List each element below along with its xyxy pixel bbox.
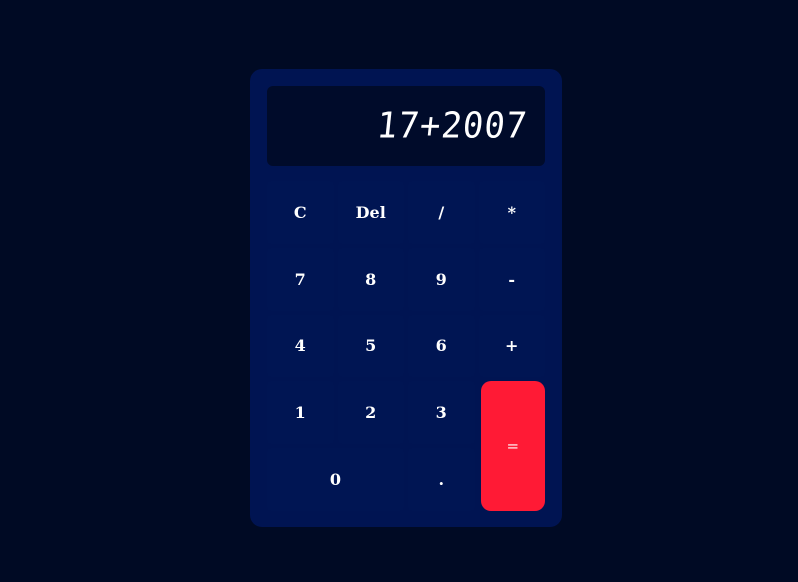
calculator-display: 17+2007	[267, 86, 545, 166]
calculator: 17+2007 C Del / * 7 8 9 - 4 5 6 + 1 2 3 …	[250, 69, 562, 527]
keypad: C Del / * 7 8 9 - 4 5 6 + 1 2 3 = 0 .	[267, 181, 545, 511]
divide-button[interactable]: /	[408, 181, 475, 244]
digit-0-button[interactable]: 0	[267, 448, 404, 511]
multiply-button[interactable]: *	[478, 181, 545, 244]
digit-7-button[interactable]: 7	[267, 247, 334, 311]
digit-1-button[interactable]: 1	[267, 381, 334, 445]
digit-4-button[interactable]: 4	[267, 314, 334, 378]
equals-button[interactable]: =	[480, 381, 545, 511]
digit-8-button[interactable]: 8	[337, 247, 404, 311]
add-button[interactable]: +	[478, 314, 545, 378]
decimal-button[interactable]: .	[408, 448, 475, 511]
clear-button[interactable]: C	[267, 181, 334, 244]
digit-5-button[interactable]: 5	[337, 314, 404, 378]
subtract-button[interactable]: -	[478, 247, 545, 311]
digit-3-button[interactable]: 3	[408, 381, 475, 445]
delete-button[interactable]: Del	[337, 181, 404, 244]
digit-2-button[interactable]: 2	[337, 381, 404, 445]
display-value: 17+2007	[374, 105, 530, 147]
digit-6-button[interactable]: 6	[408, 314, 475, 378]
digit-9-button[interactable]: 9	[408, 247, 475, 311]
